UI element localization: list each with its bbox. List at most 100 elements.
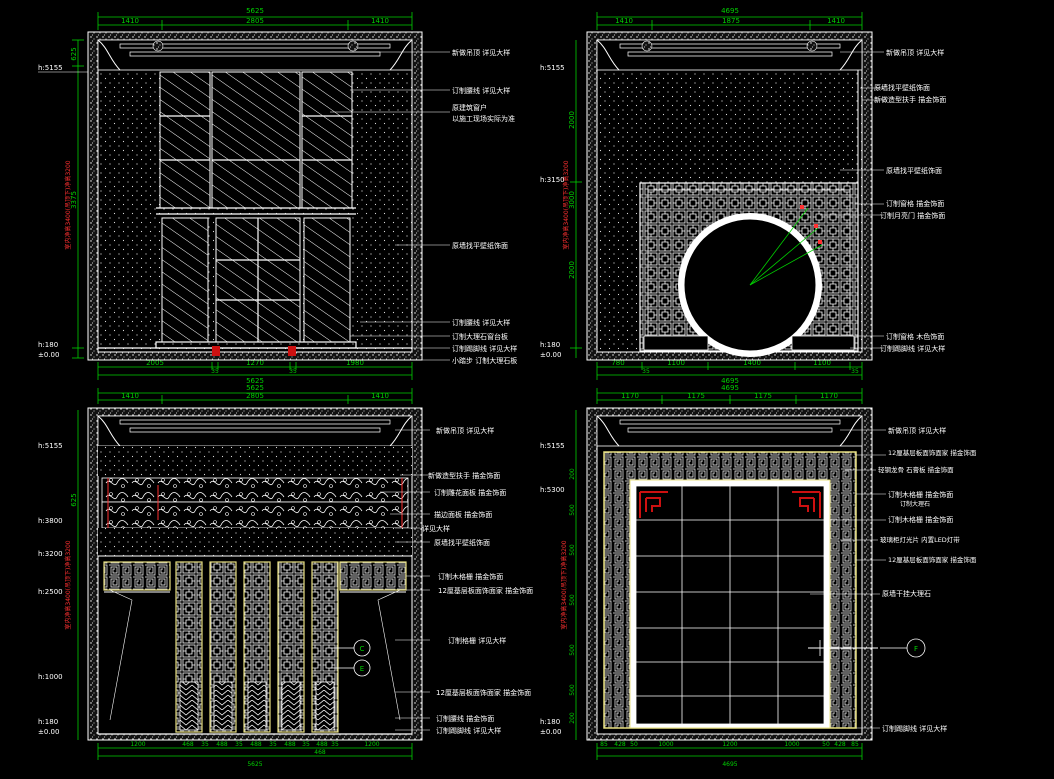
dim-b-bottom-2: 35 (642, 368, 650, 375)
dim-a-left-1: 625 (70, 47, 78, 60)
dim-d-left-3: 500 (569, 544, 576, 556)
note-a-1: 新做吊顶 详见大样 (452, 48, 510, 57)
note-c-3: 订制雕花面板 描金饰面 (434, 488, 506, 497)
note-d-9: 原墙干挂大理石 (882, 589, 931, 598)
dim-d-bottom-5: 1200 (722, 741, 737, 748)
section-mark-f: F (914, 645, 918, 653)
dim-c-bottom-12: 468 (314, 749, 326, 756)
level-c-5: h:1000 (38, 673, 63, 681)
level-c-6: h:180 (38, 718, 58, 726)
level-a-2: h:180 (38, 341, 58, 349)
dim-d-top-4: 1170 (820, 392, 838, 400)
level-a-3: ±0.00 (38, 351, 59, 359)
note-c-8: 12厘基层板面饰面家 描金饰面 (438, 586, 533, 595)
dim-c-bottom-6: 488 (250, 741, 262, 748)
note-a-6: 订制腰线 详见大样 (452, 318, 510, 327)
note-a-4: 以施工现场实际为准 (452, 114, 515, 123)
level-b-4: ±0.00 (540, 351, 561, 359)
dim-c-bottom-11: 35 (331, 741, 339, 748)
dim-d-bottom-7: 50 (822, 741, 830, 748)
dim-a-top-total: 5625 (246, 7, 264, 15)
dim-c-bottom-2: 468 (182, 741, 194, 748)
dim-c-bottom-9: 35 (302, 741, 310, 748)
note-a-8: 订制踢脚线 详见大样 (452, 344, 517, 353)
dim-c-bottom-8: 488 (284, 741, 296, 748)
note-d-7: 玻璃柜灯光片 内置LED灯带 (880, 535, 960, 544)
level-d-1: h:5155 (540, 442, 565, 450)
dim-d-bottom-6: 1000 (784, 741, 799, 748)
dim-d-bottom-4: 1000 (658, 741, 673, 748)
level-b-2: h:3150 (540, 176, 565, 184)
dim-d-top-2: 1175 (687, 392, 705, 400)
level-c-7: ±0.00 (38, 728, 59, 736)
dim-b-top-2: 1875 (722, 17, 740, 25)
dim-c-bottom-total: 5625 (247, 761, 262, 768)
dim-c-top-2: 2805 (246, 392, 264, 400)
note-c-5: 详见大样 (422, 524, 450, 533)
note-b-2: 原墙找平壁纸饰面 (874, 83, 930, 92)
dim-a-top-3: 1410 (371, 17, 389, 25)
dim-d-left-1: 200 (569, 468, 576, 480)
level-c-3: h:3200 (38, 550, 63, 558)
level-d-2: h:5300 (540, 486, 565, 494)
dim-c-vertical-label: 室内净高3400(吊顶下)净高3200 (64, 540, 72, 629)
note-a-2: 订制腰线 详见大样 (452, 86, 510, 95)
note-d-4: 订制木格栅 描金饰面 (888, 490, 953, 499)
section-mark-c: C (360, 645, 365, 653)
dim-b-vertical-label: 室内净高3400(吊顶下)净高3200 (562, 160, 570, 249)
note-b-4: 原墙找平壁纸饰面 (886, 166, 942, 175)
note-b-8: 订制踢脚线 详见大样 (880, 344, 945, 353)
dim-c-bottom-3: 35 (201, 741, 209, 748)
dim-d-bottom-1: 85 (600, 741, 608, 748)
dim-d-vertical-label: 室内净高3400(吊顶下)净高3200 (560, 540, 568, 629)
level-c-2: h:3800 (38, 517, 63, 525)
note-b-5: 订制窗格 描金饰面 (886, 199, 944, 208)
dim-c-bottom-13: 1200 (364, 741, 379, 748)
level-a-1: h:5155 (38, 64, 63, 72)
dim-b-top-1: 1410 (615, 17, 633, 25)
note-a-9: 小踏步 订制大理石板 (452, 356, 517, 365)
note-d-3: 轻钢龙骨 石膏板 描金饰面 (878, 465, 954, 474)
note-d-5: 订制大理石 (900, 500, 930, 508)
section-mark-e: E (360, 665, 364, 673)
note-c-2: 新做造型扶手 描金饰面 (428, 471, 500, 480)
dim-b-top-total: 4695 (721, 7, 739, 15)
note-c-1: 新做吊顶 详见大样 (436, 426, 494, 435)
note-d-2: 12厘基层板面饰面家 描金饰面 (888, 448, 977, 457)
note-a-7: 订制大理石窗台板 (452, 332, 508, 341)
level-b-1: h:5155 (540, 64, 565, 72)
note-c-12: 订制踢脚线 详见大样 (436, 726, 501, 735)
dim-a-bottom-4: 35 (289, 368, 297, 375)
note-d-6: 订制木格栅 描金饰面 (888, 515, 953, 524)
level-c-1: h:5155 (38, 442, 63, 450)
level-b-3: h:180 (540, 341, 560, 349)
note-c-4: 描边面板 描金饰面 (434, 510, 492, 519)
dim-a-bottom-2: 35 (211, 368, 219, 375)
note-c-6: 原墙找平壁纸饰面 (434, 538, 490, 547)
dim-d-bottom-3: 50 (630, 741, 638, 748)
note-c-11: 订制腰线 描金饰面 (436, 714, 494, 723)
dim-d-top-1: 1170 (621, 392, 639, 400)
dim-c-top-total: 5625 (246, 384, 264, 392)
dim-b-left-1: 2000 (568, 111, 576, 129)
note-c-7: 订制木格栅 描金饰面 (438, 572, 503, 581)
dim-d-left-7: 200 (569, 712, 576, 724)
dim-a-top-2: 2805 (246, 17, 264, 25)
dim-c-bottom-7: 35 (269, 741, 277, 748)
dim-d-left-2: 500 (569, 504, 576, 516)
dim-c-left-1: 625 (70, 493, 78, 506)
dim-b-bottom-6: 35 (851, 368, 859, 375)
note-a-3: 原建筑窗户 (452, 103, 487, 112)
dim-d-top-3: 1175 (754, 392, 772, 400)
dim-d-bottom-9: 85 (851, 741, 859, 748)
note-d-1: 新做吊顶 详见大样 (888, 426, 946, 435)
dim-b-top-3: 1410 (827, 17, 845, 25)
note-b-1: 新做吊顶 详见大样 (886, 48, 944, 57)
note-c-9: 订制格栅 详见大样 (448, 636, 506, 645)
note-a-5: 原墙找平壁纸饰面 (452, 241, 508, 250)
level-d-4: ±0.00 (540, 728, 561, 736)
dim-c-top-3: 1410 (371, 392, 389, 400)
dim-c-bottom-1: 1200 (130, 741, 145, 748)
dim-a-top-1: 1410 (121, 17, 139, 25)
dim-d-bottom-2: 428 (614, 741, 626, 748)
